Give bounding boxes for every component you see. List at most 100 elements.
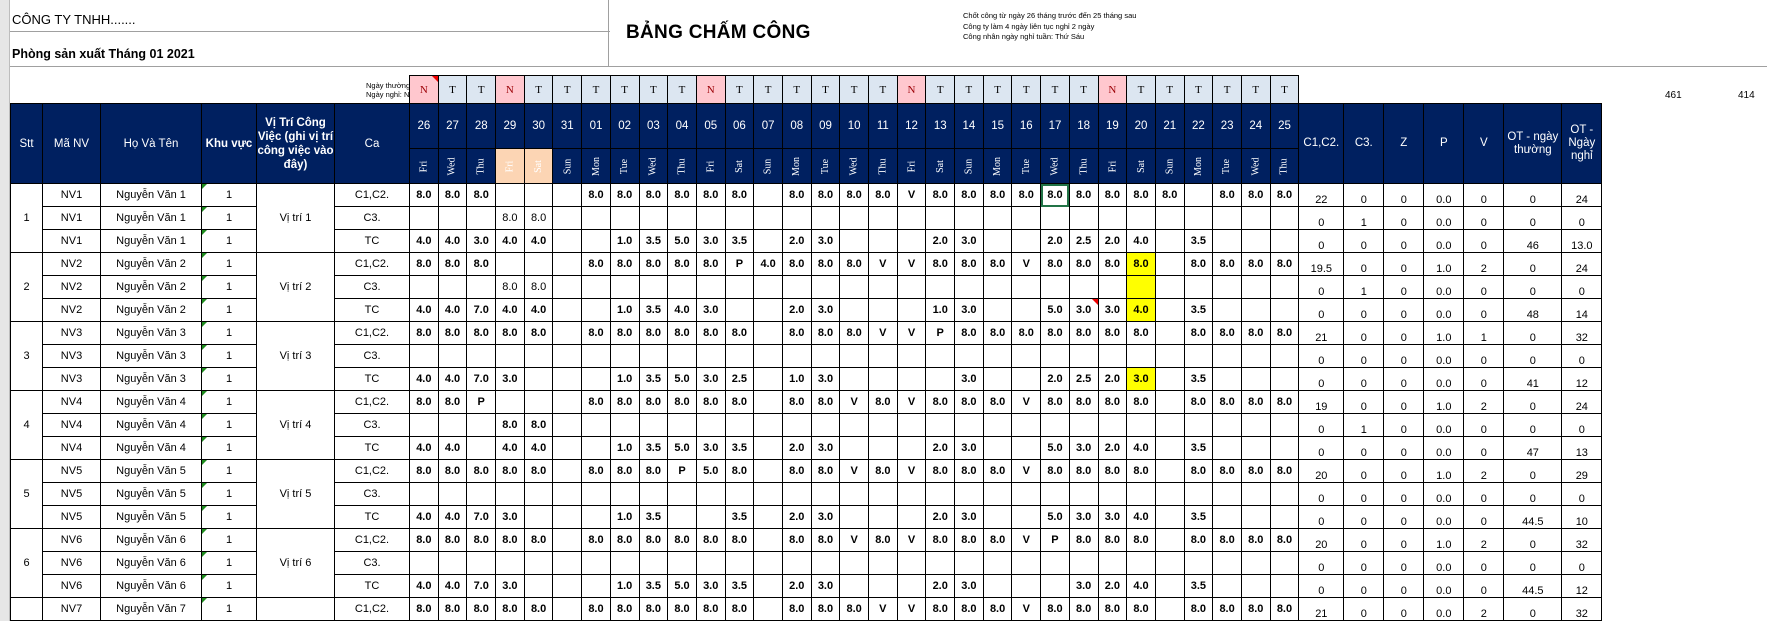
day-hours-cell[interactable]: 2.0 (781, 574, 812, 598)
position-cell[interactable]: Vị trí 4 (256, 390, 335, 460)
day-hours-cell[interactable]: 3.0 (1126, 367, 1156, 391)
day-hours-cell[interactable]: 3.0 (466, 229, 497, 253)
day-hours-cell[interactable]: 8.0 (868, 183, 898, 207)
day-hours-cell[interactable]: 8.0 (1240, 321, 1271, 345)
day-hours-cell[interactable] (896, 344, 927, 368)
day-hours-cell[interactable] (1126, 551, 1156, 575)
day-hours-cell[interactable] (695, 413, 726, 437)
day-hours-cell[interactable]: 5.0 (1040, 298, 1070, 322)
summary-cell[interactable]: 0 (1503, 321, 1563, 345)
summary-cell[interactable]: 47 (1503, 436, 1563, 460)
day-hours-cell[interactable]: 8.0 (609, 528, 640, 552)
day-hours-cell[interactable]: 8.0 (581, 321, 611, 345)
day-hours-cell[interactable] (609, 551, 640, 575)
day-hours-cell[interactable]: P (925, 321, 956, 345)
day-hours-cell[interactable]: 8.0 (609, 459, 640, 483)
day-hours-cell[interactable]: 4.0 (495, 229, 525, 253)
day-hours-cell[interactable]: 8.0 (1040, 183, 1070, 207)
area-cell[interactable]: 1 (201, 321, 257, 345)
summary-cell[interactable]: 10 (1561, 505, 1603, 529)
day-hours-cell[interactable]: 4.0 (437, 505, 468, 529)
day-hours-cell[interactable]: 8.0 (1240, 597, 1271, 621)
day-hours-cell[interactable]: 8.0 (1126, 390, 1156, 414)
summary-cell[interactable]: 41 (1503, 367, 1563, 391)
day-hours-cell[interactable] (581, 367, 611, 391)
summary-cell[interactable]: 0 (1383, 229, 1425, 253)
summary-cell[interactable]: 0 (1298, 275, 1345, 299)
summary-cell[interactable]: 0 (1343, 298, 1385, 322)
day-hours-cell[interactable] (982, 344, 1013, 368)
day-hours-cell[interactable] (1154, 252, 1185, 276)
day-hours-cell[interactable] (581, 574, 611, 598)
employee-id-cell[interactable]: NV7 (42, 597, 101, 621)
day-type-31[interactable]: T (552, 75, 583, 104)
day-hours-cell[interactable] (1240, 206, 1271, 230)
day-hours-cell[interactable]: 8.0 (609, 252, 640, 276)
day-hours-cell[interactable]: 8.0 (1068, 321, 1099, 345)
day-hours-cell[interactable]: 1.0 (609, 229, 640, 253)
day-hours-cell[interactable] (724, 298, 755, 322)
day-hours-cell[interactable]: 2.5 (1068, 229, 1099, 253)
day-hours-cell[interactable] (638, 413, 669, 437)
day-type-24[interactable]: T (1240, 75, 1271, 104)
summary-cell[interactable]: 0.0 (1423, 183, 1465, 207)
summary-cell[interactable]: 0 (1383, 275, 1425, 299)
day-hours-cell[interactable] (839, 344, 869, 368)
day-hours-cell[interactable]: 2.0 (925, 574, 956, 598)
summary-cell[interactable]: 29 (1561, 459, 1603, 483)
day-hours-cell[interactable] (1183, 413, 1214, 437)
summary-cell[interactable]: 0 (1503, 459, 1563, 483)
day-hours-cell[interactable]: 2.0 (1097, 436, 1128, 460)
shift-cell[interactable]: TC (334, 229, 410, 253)
stt-cell[interactable]: 1 (10, 183, 43, 253)
summary-cell[interactable]: 0 (1503, 597, 1563, 621)
day-hours-cell[interactable]: 8.0 (1269, 183, 1300, 207)
day-hours-cell[interactable]: 8.0 (868, 528, 898, 552)
summary-cell[interactable]: 0 (1463, 275, 1505, 299)
day-hours-cell[interactable] (437, 482, 468, 506)
employee-id-cell[interactable]: NV6 (42, 574, 101, 598)
summary-cell[interactable]: 32 (1561, 528, 1603, 552)
day-hours-cell[interactable]: 4.0 (437, 574, 468, 598)
summary-cell[interactable]: 0.0 (1423, 298, 1465, 322)
day-hours-cell[interactable] (724, 551, 755, 575)
day-hours-cell[interactable] (552, 252, 583, 276)
day-hours-cell[interactable]: 8.0 (1154, 183, 1185, 207)
day-hours-cell[interactable] (495, 551, 525, 575)
day-hours-cell[interactable]: 8.0 (1269, 321, 1300, 345)
summary-cell[interactable]: 0 (1383, 206, 1425, 230)
day-hours-cell[interactable]: 8.0 (1011, 321, 1042, 345)
summary-cell[interactable]: 0.0 (1423, 597, 1465, 621)
shift-cell[interactable]: C1,C2. (334, 528, 410, 552)
summary-cell[interactable]: 19 (1298, 390, 1345, 414)
day-hours-cell[interactable]: V (1011, 459, 1042, 483)
day-hours-cell[interactable]: 8.0 (1269, 390, 1300, 414)
day-hours-cell[interactable] (552, 413, 583, 437)
day-hours-cell[interactable]: 8.0 (810, 597, 841, 621)
day-hours-cell[interactable] (523, 505, 554, 529)
day-hours-cell[interactable]: 8.0 (1212, 528, 1242, 552)
day-hours-cell[interactable] (868, 482, 898, 506)
day-hours-cell[interactable] (1154, 528, 1185, 552)
day-hours-cell[interactable] (466, 551, 497, 575)
day-hours-cell[interactable] (667, 344, 697, 368)
day-hours-cell[interactable] (1154, 206, 1185, 230)
day-hours-cell[interactable] (753, 551, 783, 575)
day-hours-cell[interactable]: 8.0 (638, 252, 669, 276)
day-hours-cell[interactable]: V (839, 390, 869, 414)
day-hours-cell[interactable] (1154, 275, 1185, 299)
day-hours-cell[interactable] (810, 482, 841, 506)
day-hours-cell[interactable]: 8.0 (781, 528, 812, 552)
summary-cell[interactable]: 0 (1343, 574, 1385, 598)
summary-cell[interactable]: 0 (1463, 505, 1505, 529)
day-hours-cell[interactable]: 4.0 (1126, 574, 1156, 598)
day-hours-cell[interactable]: 7.0 (466, 298, 497, 322)
day-hours-cell[interactable]: V (1011, 528, 1042, 552)
summary-cell[interactable]: 0 (1503, 551, 1563, 575)
day-hours-cell[interactable]: 8.0 (437, 183, 468, 207)
day-hours-cell[interactable]: 8.0 (495, 275, 525, 299)
day-hours-cell[interactable]: 8.0 (581, 390, 611, 414)
employee-id-cell[interactable]: NV3 (42, 321, 101, 345)
summary-cell[interactable]: 2 (1463, 252, 1505, 276)
day-hours-cell[interactable] (839, 436, 869, 460)
